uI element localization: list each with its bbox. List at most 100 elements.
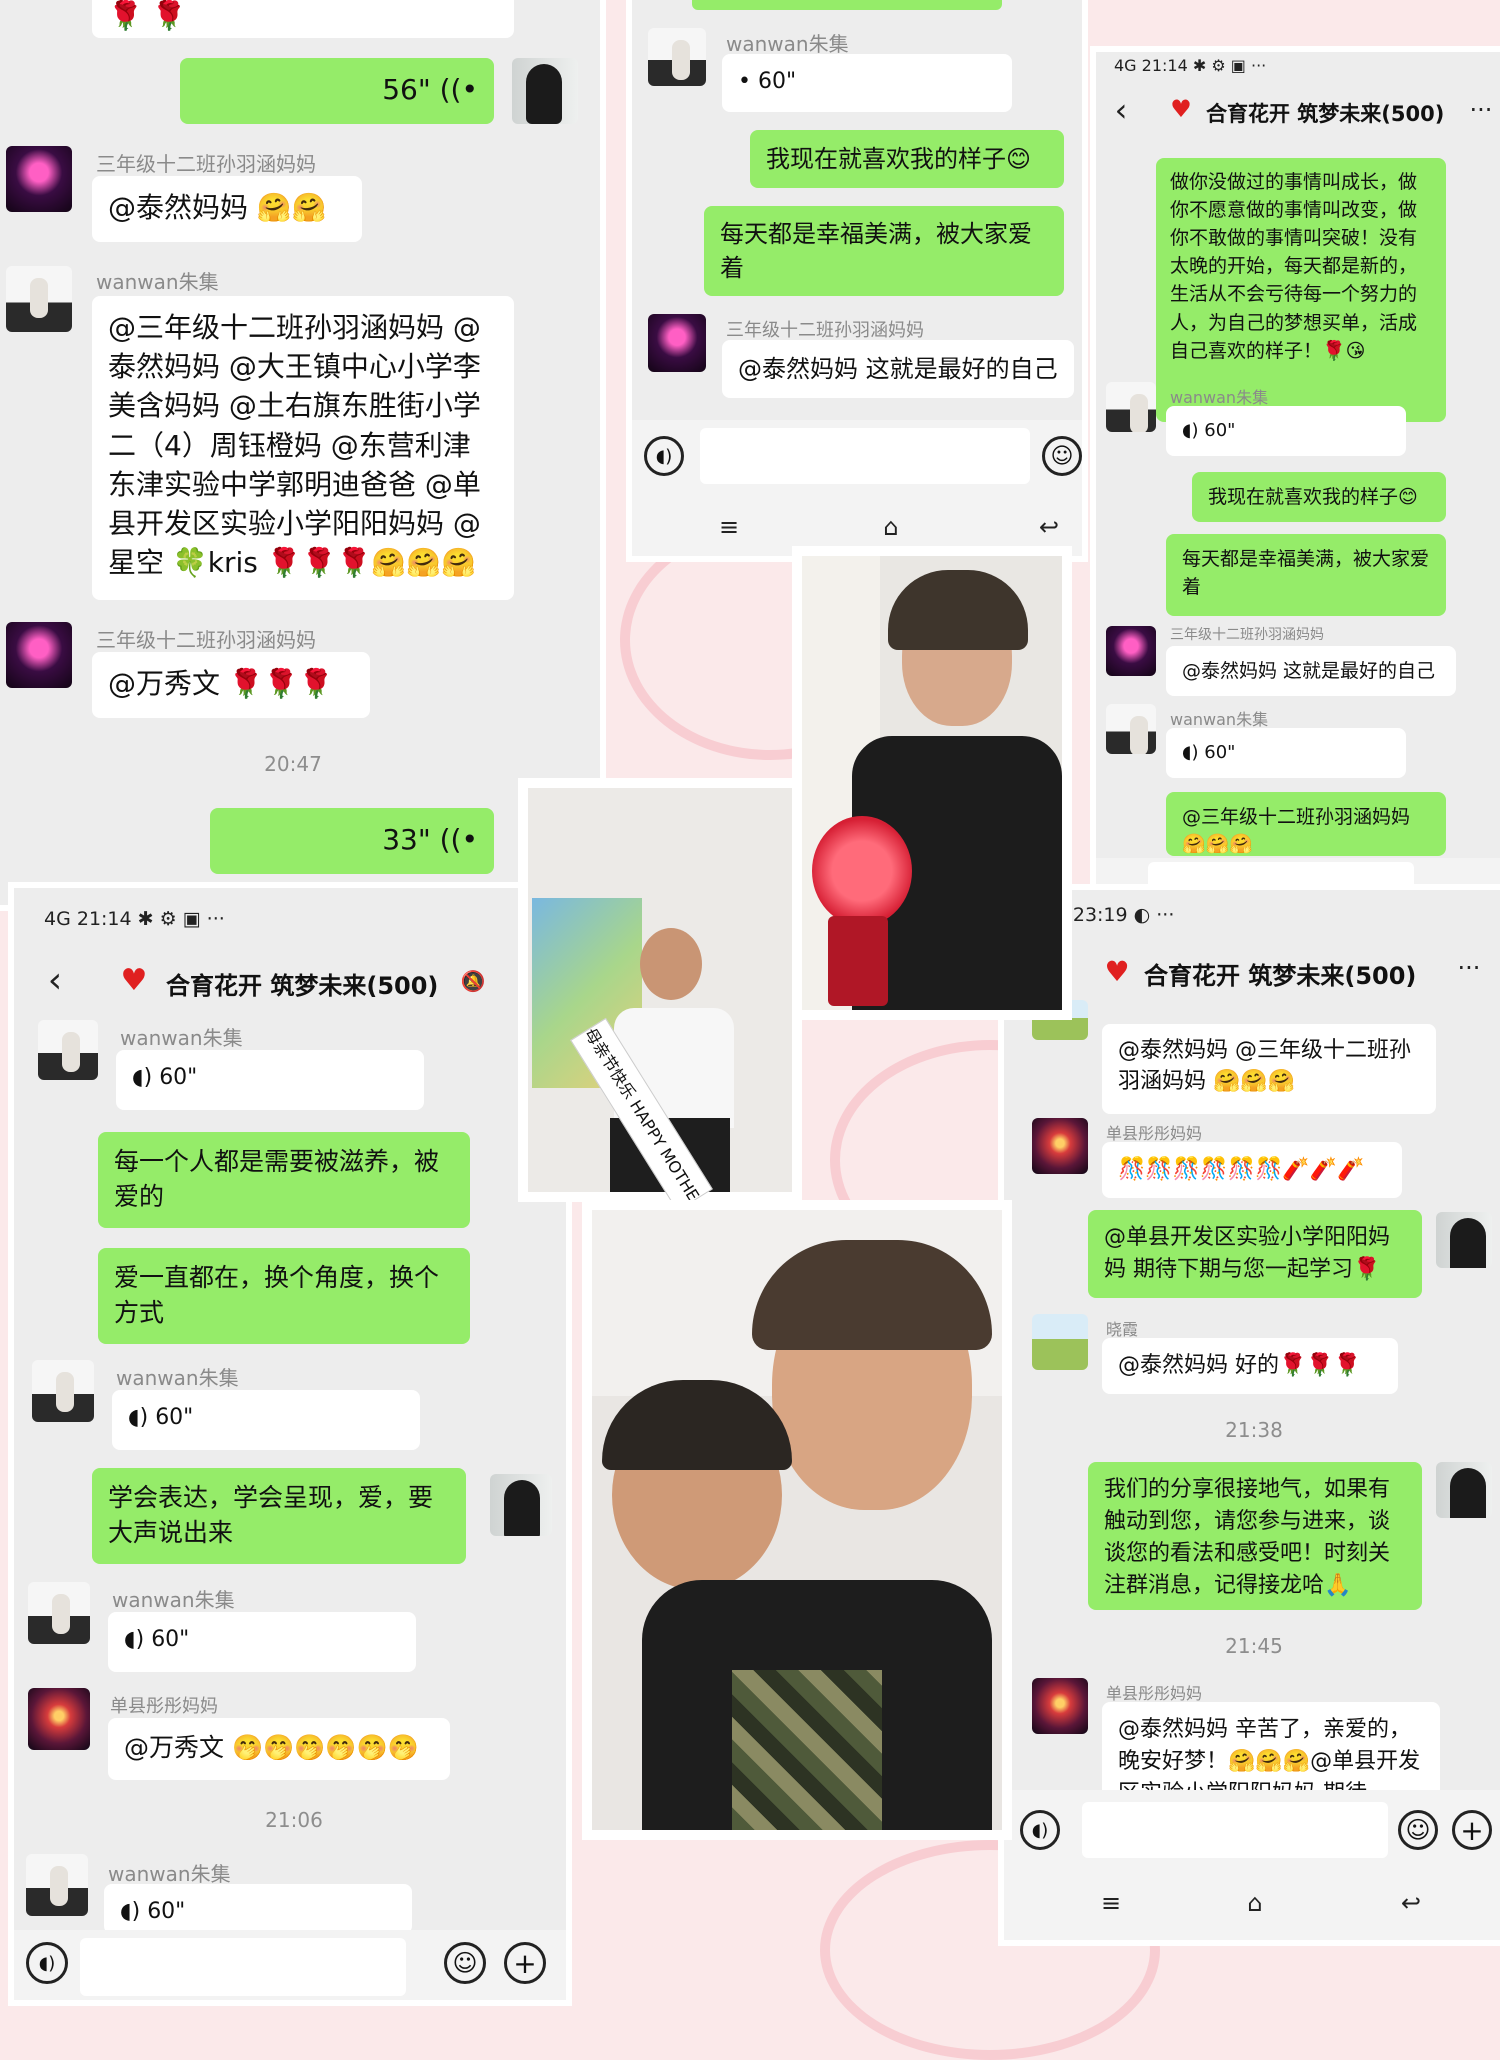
avatar[interactable]: [490, 1474, 552, 1536]
more-icon[interactable]: ···: [1466, 90, 1496, 130]
message-bubble: 我现在就喜欢我的样子😊: [1192, 472, 1446, 522]
avatar[interactable]: [1106, 704, 1156, 754]
message-text: 🎊🎊🎊🎊🎊🎊🧨🧨🧨: [1118, 1157, 1365, 1182]
heart-icon: ♥: [1104, 954, 1130, 988]
message-text: 每天都是幸福美满，被大家爱着: [720, 220, 1032, 282]
photo-girl-with-sash: 母亲节快乐 HAPPY MOTHER'S DAY: [518, 778, 802, 1202]
chat-screenshot-5: 4G 23:19 ◐ ··· ‹ ♥ 合育花开 筑梦未来(500) ··· @泰…: [1004, 890, 1500, 1940]
voice-message-bubble[interactable]: 33" ((•: [210, 808, 494, 874]
avatar[interactable]: [28, 1688, 90, 1750]
sender-name: 三年级十二班孙羽涵妈妈: [726, 320, 924, 341]
voice-duration: 60": [151, 1627, 190, 1652]
message-bubble: @单县开发区实验小学阳阳妈妈 期待下期与您一起学习🌹: [1088, 1210, 1422, 1298]
avatar[interactable]: [1436, 1212, 1492, 1268]
emoji-icon[interactable]: ☺: [1042, 436, 1082, 476]
message-bubble: 学会表达，学会呈现，爱，要大声说出来: [92, 1468, 466, 1564]
message-bubble: @万秀文 🌹🌹🌹: [92, 652, 370, 718]
message-bubble: @泰然妈妈 好的🌹🌹🌹: [1102, 1338, 1398, 1394]
voice-duration: 60": [1204, 420, 1236, 441]
voice-wave-icon: •: [738, 69, 751, 94]
avatar[interactable]: [1032, 1314, 1088, 1370]
message-bubble: 每一个人都是需要被滋养，被爱的: [98, 1132, 470, 1228]
message-bubble: @泰然妈妈 @三年级十二班孙羽涵妈妈 🤗🤗🤗: [1102, 1024, 1436, 1114]
voice-message-bubble[interactable]: 56" ((•: [180, 58, 494, 124]
voice-message-bubble[interactable]: ◖) 60": [116, 1050, 424, 1110]
more-icon[interactable]: ···: [1452, 948, 1486, 988]
home-icon[interactable]: ⌂: [876, 512, 906, 542]
avatar[interactable]: [26, 1854, 88, 1916]
avatar[interactable]: [32, 1360, 94, 1422]
message-text: 我们的分享很接地气，如果有触动到您，请您参与进来，谈谈您的看法和感受吧！时刻关注…: [1104, 1477, 1391, 1598]
voice-icon[interactable]: ◖): [26, 1942, 68, 1984]
chat-screenshot-2: wanwan朱集 • 60" 我现在就喜欢我的样子😊 每天都是幸福美满，被大家爱…: [632, 0, 1082, 556]
avatar[interactable]: [1032, 1678, 1088, 1734]
sender-name: wanwan朱集: [108, 1862, 231, 1886]
avatar[interactable]: [1106, 626, 1156, 676]
photo-woman-with-rose: [792, 546, 1072, 1020]
voice-message-bubble[interactable]: ◖) 60": [112, 1390, 420, 1450]
avatar[interactable]: [512, 58, 578, 124]
group-title[interactable]: 合育花开 筑梦未来(500): [1144, 956, 1416, 991]
avatar[interactable]: [1436, 1462, 1492, 1518]
back-icon[interactable]: ‹: [40, 958, 70, 1002]
voice-icon[interactable]: ◖): [644, 436, 684, 476]
avatar[interactable]: [1106, 382, 1156, 432]
message-input[interactable]: [80, 1938, 406, 1996]
message-input[interactable]: [1082, 1802, 1388, 1858]
voice-message-bubble[interactable]: ◖) 60": [104, 1884, 412, 1934]
message-text: 我现在就喜欢我的样子😊: [766, 145, 1032, 173]
message-bubble: 每天都是幸福美满，被大家爱着: [1166, 534, 1446, 616]
avatar[interactable]: [1032, 1118, 1088, 1174]
plus-icon[interactable]: +: [504, 1942, 546, 1984]
sender-name: wanwan朱集: [726, 32, 849, 56]
sender-name: wanwan朱集: [96, 270, 219, 294]
sender-name: wanwan朱集: [120, 1026, 243, 1050]
back-icon[interactable]: ‹: [1106, 90, 1136, 130]
home-icon[interactable]: ⌂: [1240, 1888, 1270, 1918]
timestamp: 21:45: [1225, 1634, 1283, 1658]
input-bar: [1096, 858, 1500, 888]
emoji-icon[interactable]: ☺: [444, 1942, 486, 1984]
menu-icon[interactable]: ≡: [714, 512, 744, 542]
message-input[interactable]: [700, 428, 1030, 484]
voice-icon[interactable]: ◖): [1020, 1810, 1060, 1850]
voice-wave-icon: ◖): [120, 1899, 141, 1924]
sender-name: wanwan朱集: [112, 1588, 235, 1612]
voice-wave-icon: ◖): [1182, 742, 1199, 763]
emoji-icon[interactable]: ☺: [1398, 1810, 1438, 1850]
message-bubble: @泰然妈妈 这就是最好的自己: [1166, 646, 1456, 696]
status-bar: 4G 21:14 ✱ ⚙ ▣ ···: [1114, 56, 1267, 75]
voice-duration: 60": [147, 1899, 186, 1924]
message-text: 🌹 🌹: [108, 0, 187, 32]
group-title[interactable]: 合育花开 筑梦未来(500): [166, 966, 438, 1001]
message-bubble-edge: [692, 0, 1002, 10]
avatar[interactable]: [6, 622, 72, 688]
avatar[interactable]: [38, 1020, 98, 1080]
message-bubble: @万秀文 🤭🤭🤭🤭🤭🤭: [108, 1718, 450, 1780]
message-input[interactable]: [1148, 862, 1414, 888]
avatar[interactable]: [6, 266, 72, 332]
avatar[interactable]: [648, 314, 706, 372]
return-icon[interactable]: ↩: [1034, 512, 1064, 542]
voice-message-bubble[interactable]: ◖) 60": [1166, 728, 1406, 778]
avatar[interactable]: [648, 28, 706, 86]
message-bubble: @泰然妈妈 🤗🤗: [92, 176, 362, 242]
status-bar: 4G 21:14 ✱ ⚙ ▣ ···: [44, 908, 225, 930]
voice-message-bubble[interactable]: ◖) 60": [108, 1612, 416, 1672]
plus-icon[interactable]: +: [1452, 1810, 1492, 1850]
input-bar: ◖) ☺ + ≡ ⌂ ↩: [1004, 1790, 1500, 1940]
menu-icon[interactable]: ≡: [1096, 1888, 1126, 1918]
voice-duration: 33": [382, 823, 431, 856]
avatar[interactable]: [6, 146, 72, 212]
voice-duration: 60": [159, 1065, 198, 1090]
voice-message-bubble[interactable]: • 60": [722, 54, 1012, 112]
photo-mother-and-daughter: [582, 1200, 1012, 1840]
voice-message-bubble[interactable]: ◖) 60": [1166, 406, 1406, 456]
return-icon[interactable]: ↩: [1396, 1888, 1426, 1918]
group-title[interactable]: 合育花开 筑梦未来(500): [1206, 98, 1444, 128]
input-bar: ◖) ☺ ≡ ⌂ ↩: [632, 420, 1082, 556]
avatar[interactable]: [28, 1582, 90, 1644]
voice-duration: 56": [382, 73, 431, 106]
message-text: @泰然妈妈 这就是最好的自己: [738, 355, 1058, 383]
rose-icon: [812, 816, 912, 926]
